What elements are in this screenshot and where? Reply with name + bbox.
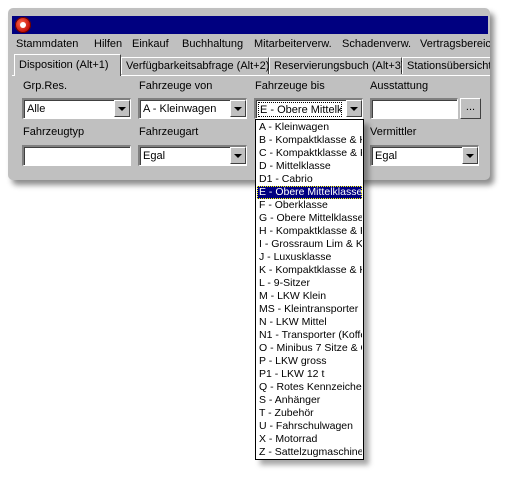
- fahrzeuge-bis-select[interactable]: E - Obere Mittelklasse: [254, 98, 363, 119]
- fahrzeuge-von-select[interactable]: A - Kleinwagen: [138, 98, 247, 119]
- chevron-down-icon[interactable]: [230, 147, 246, 164]
- tab-strip: Disposition (Alt+1) Verfügbarkeitsabfrag…: [12, 54, 490, 76]
- ausstattung-browse-button[interactable]: ...: [460, 98, 481, 119]
- dropdown-option[interactable]: Z - Sattelzugmaschine: [257, 446, 362, 459]
- menu-bar: Stammdaten Hilfen Einkauf Buchhaltung Mi…: [12, 35, 490, 53]
- tab-verfuegbarkeitsabfrage[interactable]: Verfügbarkeitsabfrage (Alt+2): [121, 57, 269, 74]
- menu-buchhaltung[interactable]: Buchhaltung: [182, 38, 243, 50]
- dropdown-option[interactable]: O - Minibus 7 Sitze & Gepäck: [257, 342, 362, 355]
- dropdown-option[interactable]: L - 9-Sitzer: [257, 277, 362, 290]
- menu-stammdaten[interactable]: Stammdaten: [16, 38, 78, 50]
- dropdown-option[interactable]: U - Fahrschulwagen: [257, 420, 362, 433]
- dropdown-option[interactable]: N1 - Transporter (Koffer): [257, 329, 362, 342]
- dropdown-option[interactable]: C - Kompaktklasse & Kombi: [257, 147, 362, 160]
- ausstattung-label: Ausstattung: [370, 80, 429, 92]
- menu-hilfen[interactable]: Hilfen: [94, 38, 122, 50]
- application-window: Stammdaten Hilfen Einkauf Buchhaltung Mi…: [8, 8, 490, 180]
- tab-stationsuebersicht[interactable]: Stationsübersicht: [402, 57, 490, 74]
- dropdown-option[interactable]: B - Kompaktklasse & Kombi: [257, 134, 362, 147]
- vermittler-label: Vermittler: [370, 126, 417, 138]
- menu-mitarbeiterverw[interactable]: Mitarbeiterverw.: [254, 38, 332, 50]
- dropdown-option[interactable]: X - Motorrad: [257, 433, 362, 446]
- fahrzeugtyp-label: Fahrzeugtyp: [23, 126, 85, 138]
- fahrzeugtyp-field[interactable]: [22, 145, 131, 166]
- fahrzeuge-bis-value: E - Obere Mittelklasse: [258, 102, 342, 117]
- chevron-down-icon[interactable]: [462, 147, 478, 164]
- vermittler-select[interactable]: Egal: [370, 145, 479, 166]
- dropdown-option[interactable]: H - Kompaktklasse & Kombi: [257, 225, 362, 238]
- fahrzeuge-bis-dropdown-list[interactable]: A - Kleinwagen B - Kompaktklasse & Kombi…: [255, 119, 364, 460]
- chevron-down-icon[interactable]: [230, 100, 246, 117]
- vermittler-value: Egal: [375, 150, 398, 162]
- grp-res-select[interactable]: Alle: [22, 98, 131, 119]
- fahrzeuge-von-value: A - Kleinwagen: [143, 103, 217, 115]
- dropdown-option[interactable]: MS - Kleintransporter: [257, 303, 362, 316]
- dropdown-option[interactable]: M - LKW Klein: [257, 290, 362, 303]
- app-logo-icon[interactable]: [15, 17, 31, 33]
- ausstattung-field[interactable]: [370, 98, 458, 119]
- chevron-down-icon[interactable]: [114, 100, 130, 117]
- fahrzeugart-label: Fahrzeugart: [139, 126, 199, 138]
- fahrzeuge-von-label: Fahrzeuge von: [139, 80, 213, 92]
- fahrzeugart-value: Egal: [143, 150, 166, 162]
- grp-res-value: Alle: [27, 103, 46, 115]
- dropdown-option-selected[interactable]: E - Obere Mittelklasse: [257, 186, 362, 199]
- dropdown-option[interactable]: D1 - Cabrio: [257, 173, 362, 186]
- dropdown-option[interactable]: S - Anhänger: [257, 394, 362, 407]
- menu-vertragsbereich[interactable]: Vertragsbereich: [420, 38, 490, 50]
- fahrzeuge-bis-label: Fahrzeuge bis: [255, 80, 325, 92]
- menu-schadenverw[interactable]: Schadenverw.: [342, 38, 411, 50]
- dropdown-option[interactable]: Q - Rotes Kennzeichen: [257, 381, 362, 394]
- tab-disposition[interactable]: Disposition (Alt+1): [14, 54, 121, 76]
- dropdown-option[interactable]: P - LKW gross: [257, 355, 362, 368]
- fahrzeugart-select[interactable]: Egal: [138, 145, 247, 166]
- dropdown-option[interactable]: T - Zubehör: [257, 407, 362, 420]
- title-bar[interactable]: [12, 16, 488, 34]
- dropdown-option[interactable]: N - LKW Mittel: [257, 316, 362, 329]
- menu-einkauf[interactable]: Einkauf: [132, 38, 169, 50]
- tab-reservierungsbuch[interactable]: Reservierungsbuch (Alt+3): [269, 57, 405, 74]
- dropdown-option[interactable]: F - Oberklasse: [257, 199, 362, 212]
- dropdown-option[interactable]: G - Obere Mittelklasse: [257, 212, 362, 225]
- grp-res-label: Grp.Res.: [23, 80, 68, 92]
- dropdown-option[interactable]: K - Kompaktklasse & Kombi: [257, 264, 362, 277]
- dropdown-option[interactable]: J - Luxusklasse: [257, 251, 362, 264]
- dropdown-option[interactable]: A - Kleinwagen: [257, 121, 362, 134]
- chevron-down-icon[interactable]: [346, 100, 362, 117]
- dropdown-option[interactable]: P1 - LKW 12 t: [257, 368, 362, 381]
- dropdown-option[interactable]: I - Grossraum Lim & Kombi: [257, 238, 362, 251]
- dropdown-option[interactable]: D - Mittelklasse: [257, 160, 362, 173]
